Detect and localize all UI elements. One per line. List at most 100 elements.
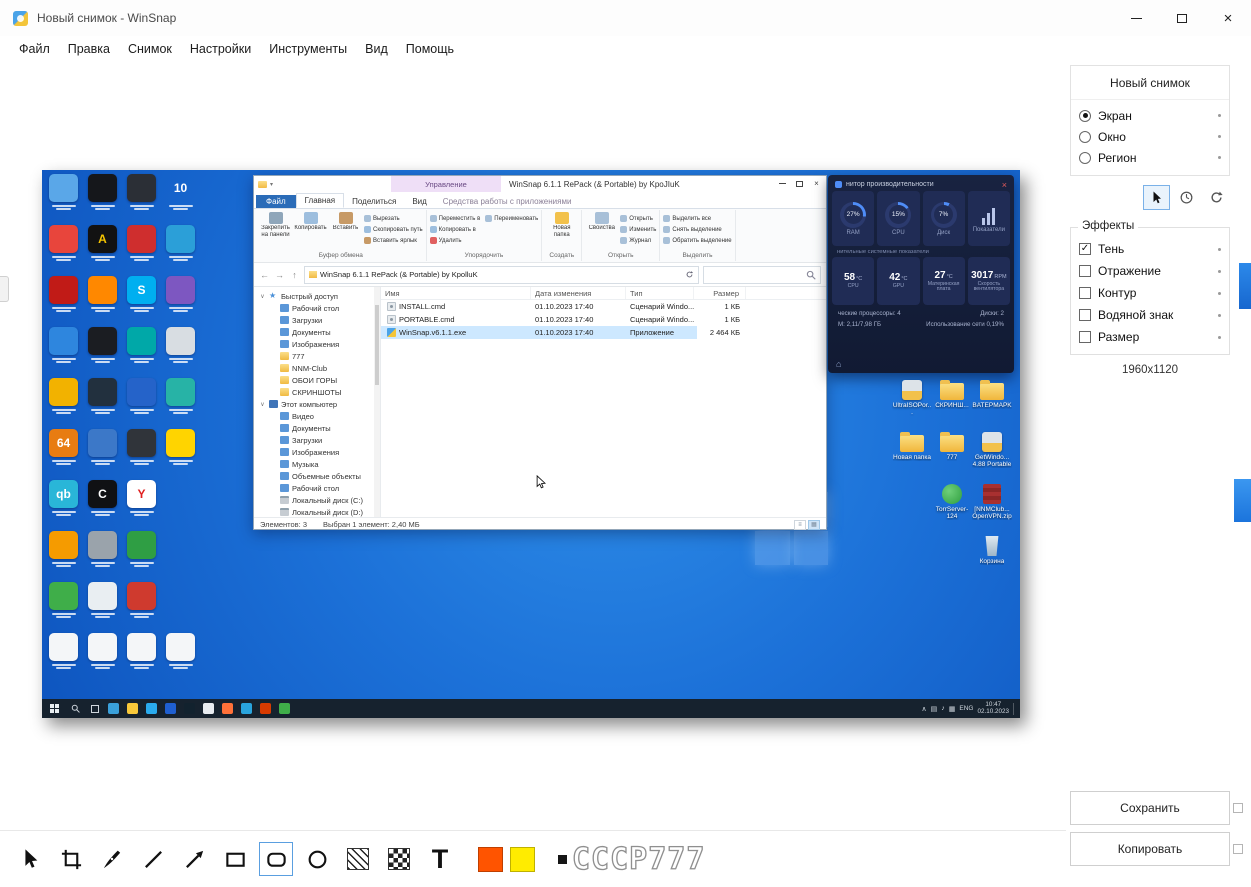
menu-item-инструменты[interactable]: Инструменты — [260, 39, 356, 59]
desktop-icon[interactable] — [124, 174, 160, 225]
up-icon[interactable]: ↑ — [289, 270, 300, 280]
desktop-icon[interactable]: S — [124, 276, 160, 327]
performance-monitor-widget[interactable]: нитор производительности × 27% RAM 15% CPU 7… — [828, 175, 1014, 373]
desktop-icon[interactable] — [85, 429, 121, 480]
arrow-tool-button[interactable] — [177, 842, 211, 876]
nav-item[interactable]: Загрузки — [254, 434, 380, 446]
ribbon-button[interactable]: Вырезать — [364, 213, 423, 224]
effect-option[interactable]: Водяной знак — [1079, 304, 1221, 326]
nav-item[interactable]: ОБОИ ГОРЫ — [254, 374, 380, 386]
desktop-icon[interactable] — [163, 378, 199, 429]
close-icon[interactable]: × — [1002, 180, 1007, 190]
desktop-icon[interactable]: СКРИНШ... — [932, 378, 972, 430]
ellipse-tool-button[interactable] — [300, 842, 334, 876]
desktop-icon[interactable] — [85, 633, 121, 684]
desktop-icon[interactable] — [46, 225, 82, 276]
nav-item[interactable]: Документы — [254, 422, 380, 434]
desktop-icon[interactable] — [163, 480, 199, 531]
nav-item[interactable]: Локальный диск (C:) — [254, 494, 380, 506]
title-bar[interactable]: Новый снимок - WinSnap × — [0, 0, 1251, 36]
desktop-icon[interactable] — [85, 531, 121, 582]
copy-options-button[interactable] — [1233, 844, 1243, 854]
nav-item[interactable]: NNM-Club — [254, 362, 380, 374]
ribbon-button[interactable]: Вставить ярлык — [364, 235, 423, 246]
menu-item-настройки[interactable]: Настройки — [181, 39, 260, 59]
crop-tool-button[interactable] — [54, 842, 88, 876]
file-row[interactable]: INSTALL.cmd 01.10.2023 17:40 Сценарий Wind… — [381, 300, 826, 313]
checkbox-icon[interactable] — [1079, 265, 1091, 277]
menu-item-правка[interactable]: Правка — [59, 39, 119, 59]
back-icon[interactable]: ← — [259, 270, 270, 280]
save-options-button[interactable] — [1233, 803, 1243, 813]
nav-item[interactable]: Загрузки — [254, 314, 380, 326]
effect-option[interactable]: Контур — [1079, 282, 1221, 304]
ribbon-button[interactable]: Обратить выделение — [663, 235, 732, 246]
nav-item[interactable]: Музыка — [254, 458, 380, 470]
ribbon-button[interactable]: Свойства — [585, 210, 618, 238]
explorer-window[interactable]: ▾ Управление WinSnap 6.1.1 RePack (& Por… — [253, 175, 827, 530]
taskbar-app-button[interactable] — [123, 699, 142, 718]
column-header[interactable]: Размер — [694, 287, 746, 299]
checkbox-icon[interactable] — [1079, 309, 1091, 321]
column-header[interactable]: Имя — [381, 287, 531, 299]
ribbon-button[interactable]: Закрепить на панели быстрого доступа — [259, 210, 292, 238]
taskbar-app-button[interactable] — [142, 699, 161, 718]
maximize-button[interactable] — [791, 177, 808, 190]
home-icon[interactable]: ⌂ — [836, 359, 841, 369]
line-tool-button[interactable] — [136, 842, 170, 876]
capture-mode-option[interactable]: Экран — [1079, 105, 1221, 126]
ribbon-button[interactable]: Новая папка — [545, 210, 578, 238]
desktop-icon[interactable] — [124, 633, 160, 684]
desktop-icon[interactable]: qb — [46, 480, 82, 531]
search-input[interactable] — [703, 265, 821, 284]
nav-item[interactable]: 777 — [254, 350, 380, 362]
nav-item[interactable]: Изображения — [254, 338, 380, 350]
repeat-capture-button[interactable] — [1203, 185, 1230, 210]
nav-item[interactable]: ∨ Этот компьютер — [254, 398, 380, 410]
taskbar-clock[interactable]: 10:47 02.10.2023 — [977, 701, 1009, 716]
tray-expand-icon[interactable]: ∧ — [922, 705, 927, 713]
desktop-icon[interactable] — [46, 378, 82, 429]
breadcrumb[interactable]: WinSnap 6.1.1 RePack (& Portable) by Kpo… — [304, 265, 699, 284]
timer-button[interactable] — [1173, 185, 1200, 210]
desktop-icon[interactable]: C — [85, 480, 121, 531]
taskbar-app-button[interactable] — [218, 699, 237, 718]
desktop-icon[interactable]: [NNMClub...OpenVPN.zip — [972, 482, 1012, 534]
ribbon-button[interactable]: Скопировать путь — [364, 224, 423, 235]
desktop-icon[interactable] — [163, 429, 199, 480]
ribbon-button[interactable]: Открыть — [620, 213, 656, 224]
maximize-button[interactable] — [1159, 0, 1205, 36]
nav-item[interactable]: Рабочий стол — [254, 482, 380, 494]
taskbar[interactable]: ∧ ▤ ♪ ▦ ENG 10:47 02.10.2023 — [42, 699, 1020, 718]
pattern-tool-button[interactable] — [382, 842, 416, 876]
desktop-icon[interactable] — [46, 276, 82, 327]
ribbon-button[interactable]: Удалить — [429, 235, 481, 246]
ribbon-button[interactable]: Изменить — [620, 224, 656, 235]
ribbon-tab[interactable]: Средства работы с приложениями — [435, 195, 580, 208]
font-sample[interactable]: CCCP777 — [558, 841, 705, 877]
nav-item[interactable]: Видео — [254, 410, 380, 422]
file-row[interactable]: PORTABLE.cmd 01.10.2023 17:40 Сценарий Win… — [381, 313, 826, 326]
desktop-icon[interactable] — [163, 582, 199, 633]
nav-item[interactable]: Объемные объекты — [254, 470, 380, 482]
desktop-icon[interactable] — [46, 531, 82, 582]
taskbar-app-button[interactable] — [237, 699, 256, 718]
effect-option[interactable]: Отражение — [1079, 260, 1221, 282]
close-button[interactable]: × — [808, 177, 825, 190]
desktop-icon[interactable] — [124, 582, 160, 633]
nav-item[interactable]: Рабочий стол — [254, 302, 380, 314]
menu-item-снимок[interactable]: Снимок — [119, 39, 181, 59]
nav-item[interactable]: Изображения — [254, 446, 380, 458]
ribbon-button[interactable]: Переименовать — [485, 213, 538, 224]
desktop-icon[interactable]: UltraISOPor... — [892, 378, 932, 430]
pen-tool-button[interactable] — [95, 842, 129, 876]
capture-mode-option[interactable]: Окно — [1079, 126, 1221, 147]
rounded-rectangle-tool-button[interactable] — [259, 842, 293, 876]
taskbar-app-button[interactable] — [180, 699, 199, 718]
desktop-icon[interactable]: 64 — [46, 429, 82, 480]
desktop-icon[interactable] — [85, 378, 121, 429]
save-button[interactable]: Сохранить — [1070, 791, 1230, 825]
desktop-icon[interactable] — [85, 174, 121, 225]
desktop-icon[interactable] — [124, 378, 160, 429]
screenshot-preview[interactable]: 10 A S 64 qb C Y ▾ Управление WinSnap 6.1.1 Re… — [42, 170, 1020, 718]
